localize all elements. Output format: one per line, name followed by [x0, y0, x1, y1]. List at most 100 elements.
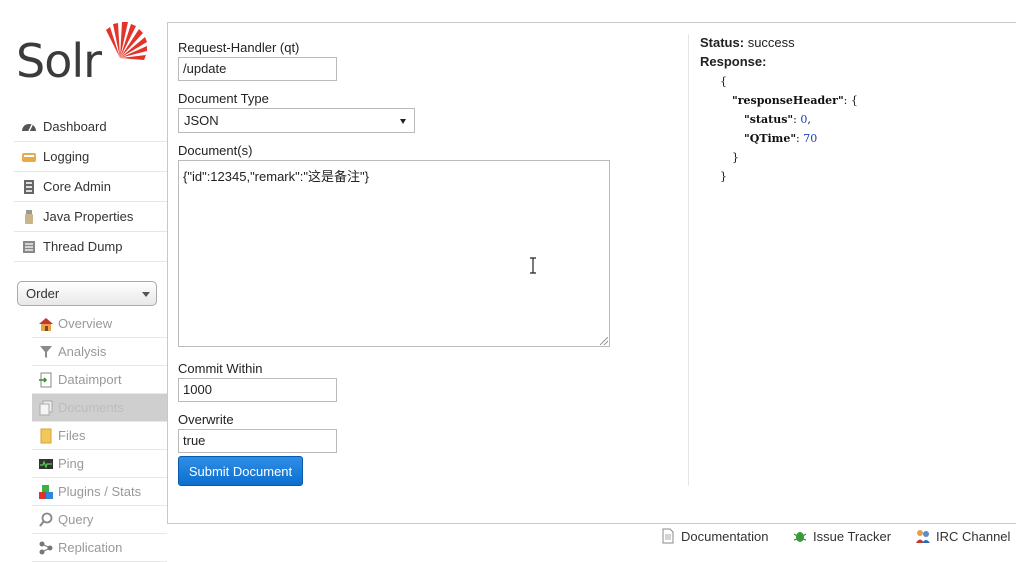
- core-item-label: Query: [58, 512, 94, 527]
- core-item-label: Ping: [58, 456, 85, 471]
- core-item-label: Documents: [58, 400, 124, 415]
- json-line: "status": 0,: [744, 113, 811, 126]
- request-handler-value: /update: [183, 61, 227, 76]
- footer: Documentation Issue Tracker IRC Channel: [660, 528, 1016, 548]
- json-line: "QTime": 70: [744, 132, 818, 145]
- core-item-replication[interactable]: Replication: [32, 534, 167, 562]
- response-label: Response:: [700, 54, 767, 69]
- json-outer-close: }: [720, 170, 727, 183]
- chevron-down-icon: [142, 292, 150, 297]
- issue-tracker-label: Issue Tracker: [813, 528, 892, 544]
- nav-item-logging[interactable]: Logging: [14, 142, 167, 172]
- chat-users-icon: [915, 528, 931, 544]
- document-icon: [660, 528, 676, 544]
- submit-document-button[interactable]: Submit Document: [178, 456, 303, 486]
- commit-within-value: 1000: [183, 382, 212, 397]
- overwrite-input[interactable]: true: [178, 429, 337, 453]
- json-open-brace: {: [720, 75, 727, 88]
- logging-icon: [21, 149, 37, 165]
- json-line: }: [720, 148, 858, 167]
- nav-label: Java Properties: [43, 209, 134, 224]
- json-key-qtime: "QTime": [744, 132, 797, 145]
- irc-channel-label: IRC Channel: [936, 528, 1011, 544]
- request-handler-input[interactable]: /update: [178, 57, 337, 81]
- json-line: "responseHeader": {: [720, 91, 858, 110]
- core-item-dataimport[interactable]: Dataimport: [32, 366, 167, 394]
- json-value-status: 0: [800, 113, 808, 126]
- irc-channel-link[interactable]: IRC Channel: [915, 528, 1010, 544]
- ping-icon: [38, 456, 54, 472]
- status-value: success: [747, 35, 795, 50]
- core-item-label: Dataimport: [58, 372, 122, 387]
- nav-label: Thread Dump: [43, 239, 123, 254]
- files-icon: [38, 428, 54, 444]
- documents-value: {"id":12345,"remark":"这是备注"}: [183, 169, 369, 184]
- text-cursor-icon: [530, 257, 536, 274]
- overwrite-label: Overwrite: [178, 412, 234, 427]
- solr-logo[interactable]: Solr: [14, 20, 154, 90]
- json-value-qtime: 70: [803, 132, 818, 145]
- chevron-down-icon: [400, 119, 406, 124]
- core-admin-icon: [21, 179, 37, 195]
- status-line: Status: success: [700, 35, 795, 50]
- nav-item-java-properties[interactable]: Java Properties: [14, 202, 167, 232]
- core-item-overview[interactable]: Overview: [32, 310, 167, 338]
- core-item-plugins-stats[interactable]: Plugins / Stats: [32, 478, 167, 506]
- nav-label: Logging: [43, 149, 90, 164]
- document-type-select[interactable]: JSON: [178, 108, 415, 133]
- core-item-label: Analysis: [58, 344, 107, 359]
- documentation-link[interactable]: Documentation: [660, 528, 768, 544]
- logo-text: Solr: [16, 34, 102, 88]
- core-item-files[interactable]: Files: [32, 422, 167, 450]
- main-nav: Dashboard Logging Core Admin Java Proper…: [14, 112, 167, 262]
- java-properties-icon: [21, 209, 37, 225]
- documentation-label: Documentation: [681, 528, 769, 544]
- json-header-open: : {: [843, 94, 858, 107]
- documents-textarea[interactable]: {"id":12345,"remark":"这是备注"}: [178, 160, 610, 347]
- status-label: Status:: [700, 35, 745, 50]
- overwrite-value: true: [183, 433, 206, 448]
- core-item-ping[interactable]: Ping: [32, 450, 167, 478]
- nav-item-core-admin[interactable]: Core Admin: [14, 172, 167, 202]
- core-item-label: Plugins / Stats: [58, 484, 142, 499]
- core-selector-value: Order: [26, 286, 60, 301]
- document-type-value: JSON: [184, 113, 219, 128]
- core-item-documents[interactable]: Documents: [32, 394, 167, 422]
- resize-grip-icon[interactable]: [600, 337, 608, 345]
- core-item-label: Replication: [58, 540, 123, 555]
- thread-dump-icon: [21, 239, 37, 255]
- json-line: {: [720, 72, 858, 91]
- response-json: { "responseHeader": { "status": 0, "QTim…: [720, 72, 858, 186]
- commit-within-input[interactable]: 1000: [178, 378, 337, 402]
- nav-item-thread-dump[interactable]: Thread Dump: [14, 232, 167, 262]
- plugins-icon: [38, 484, 54, 500]
- bug-icon: [792, 528, 808, 544]
- solr-sun-icon: [106, 22, 147, 60]
- nav-item-dashboard[interactable]: Dashboard: [14, 112, 167, 142]
- core-item-query[interactable]: Query: [32, 506, 167, 534]
- panel-divider: [688, 34, 689, 486]
- documents-label: Document(s): [178, 143, 253, 158]
- request-handler-label: Request-Handler (qt): [178, 40, 300, 55]
- core-item-analysis[interactable]: Analysis: [32, 338, 167, 366]
- json-key-status: "status": [744, 113, 794, 126]
- json-inner-close: }: [732, 151, 739, 164]
- commit-within-label: Commit Within: [178, 361, 263, 376]
- nav-label: Dashboard: [43, 119, 107, 134]
- core-item-label: Files: [58, 428, 86, 443]
- core-nav: Overview Analysis Dataimport Documents F…: [32, 310, 167, 562]
- funnel-icon: [38, 344, 54, 360]
- dataimport-icon: [38, 372, 54, 388]
- core-selector[interactable]: Order: [17, 281, 157, 306]
- home-icon: [38, 316, 54, 332]
- core-item-label: Overview: [58, 316, 113, 331]
- document-type-label: Document Type: [178, 91, 269, 106]
- replication-icon: [38, 540, 54, 556]
- json-key-responseheader: "responseHeader": [732, 94, 844, 107]
- json-line: }: [720, 167, 858, 186]
- documents-icon: [38, 400, 54, 416]
- dashboard-icon: [21, 119, 37, 135]
- nav-label: Core Admin: [43, 179, 111, 194]
- issue-tracker-link[interactable]: Issue Tracker: [792, 528, 891, 544]
- query-icon: [38, 512, 54, 528]
